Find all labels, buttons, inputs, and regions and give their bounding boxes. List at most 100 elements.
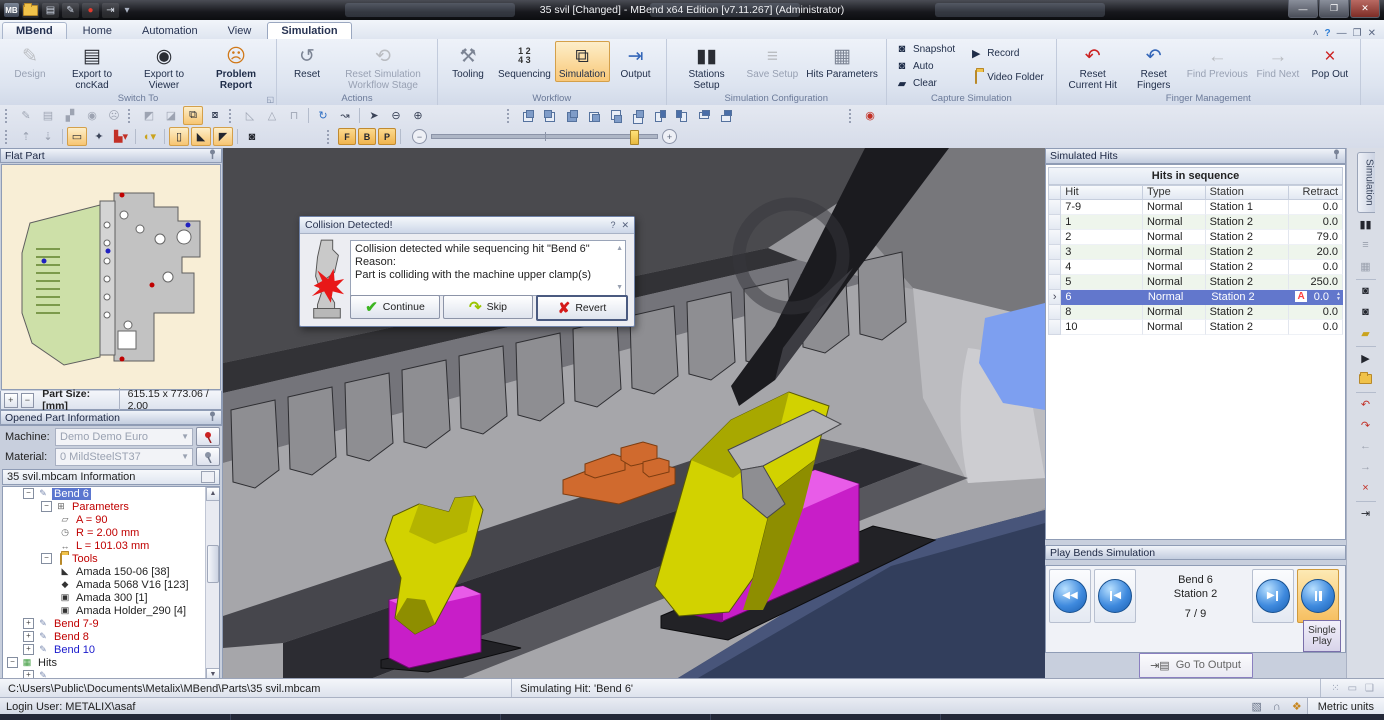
- reset-button[interactable]: ↺Reset: [281, 41, 333, 82]
- simulation-button[interactable]: ⧉Simulation: [555, 41, 610, 82]
- dialog-close-icon[interactable]: ✕: [621, 220, 629, 231]
- export-cnckad-button[interactable]: ▤Export to cncKad: [56, 41, 128, 93]
- hits-row[interactable]: 8Normal Station 20.0: [1048, 305, 1343, 320]
- ribbon-minimize-icon[interactable]: —: [1337, 28, 1347, 39]
- find-previous-button[interactable]: ←Find Previous: [1183, 41, 1252, 82]
- flat-part-preview[interactable]: [1, 164, 221, 390]
- collision-dialog-titlebar[interactable]: Collision Detected! ? ✕: [300, 217, 634, 234]
- row-selector[interactable]: [1048, 320, 1061, 335]
- slider-minus-icon[interactable]: −: [412, 129, 427, 144]
- zoom-in-icon[interactable]: ⊕: [408, 106, 428, 125]
- reset-fingers-button[interactable]: ↶Reset Fingers: [1125, 41, 1183, 93]
- camera-view-icon[interactable]: ◙: [242, 127, 262, 146]
- pop-out-button[interactable]: ×Pop Out: [1304, 41, 1356, 82]
- column-hit[interactable]: Hit: [1061, 185, 1143, 200]
- export-tool-icon[interactable]: ▞: [60, 106, 80, 125]
- material-pin-button[interactable]: [196, 447, 220, 466]
- close-button[interactable]: ✕: [1350, 0, 1380, 18]
- auto-snapshot-side-icon[interactable]: ◙: [1355, 303, 1377, 322]
- current-row-marker[interactable]: ›: [1048, 290, 1061, 305]
- stations-setup-side-icon[interactable]: ▮▮: [1355, 215, 1377, 234]
- hits-row[interactable]: 1Normal Station 20.0: [1048, 215, 1343, 230]
- paint-mode-icon[interactable]: ◐▾: [140, 127, 160, 146]
- toolbar-handle[interactable]: [229, 109, 236, 123]
- export-viewer-button[interactable]: ◉Export to Viewer: [128, 41, 200, 93]
- qat-dropdown-icon[interactable]: ▾: [122, 3, 132, 18]
- collapse-icon[interactable]: −: [23, 488, 34, 499]
- stage-active-icon[interactable]: ⧉: [183, 106, 203, 125]
- scroll-up-icon[interactable]: ▲: [206, 487, 220, 501]
- record-icon[interactable]: ●: [82, 3, 99, 18]
- status-save-icon[interactable]: ▭: [1348, 683, 1357, 694]
- hits-row[interactable]: 2Normal Station 279.0: [1048, 230, 1343, 245]
- step-forward-button[interactable]: ▶: [1256, 579, 1290, 613]
- snapshot-side-icon[interactable]: ◙: [1355, 282, 1377, 301]
- view-iso-sw-icon[interactable]: [518, 106, 538, 125]
- pin-icon[interactable]: [1332, 149, 1341, 162]
- view-eye-icon[interactable]: ◉: [82, 106, 102, 125]
- tab-automation[interactable]: Automation: [128, 22, 212, 39]
- zoom-out-part-button[interactable]: −: [21, 393, 35, 408]
- collapse-icon[interactable]: −: [7, 657, 18, 668]
- orbit-icon[interactable]: ↝: [335, 106, 355, 125]
- row-selector[interactable]: [1048, 200, 1061, 215]
- tree-item-bend8[interactable]: +✎Bend 8: [3, 630, 219, 643]
- tree-item-bend10[interactable]: +✎Bend 10: [3, 643, 219, 656]
- single-play-button[interactable]: Single Play: [1303, 620, 1341, 652]
- view-right-icon[interactable]: [716, 106, 736, 125]
- pause-button[interactable]: [1301, 579, 1335, 613]
- collapse-ribbon-icon[interactable]: ˄: [1313, 28, 1319, 39]
- tab-view[interactable]: View: [214, 22, 266, 39]
- hits-row[interactable]: 10Normal Station 20.0: [1048, 320, 1343, 335]
- collapse-icon[interactable]: −: [41, 501, 52, 512]
- toolbar-handle[interactable]: [128, 109, 135, 123]
- view-bottom-icon[interactable]: [628, 106, 648, 125]
- view-left-icon[interactable]: [694, 106, 714, 125]
- hits-row-selected[interactable]: › 6Normal Station 2 A 0.0 ▲▼: [1048, 290, 1343, 305]
- step-back-button[interactable]: ◀: [1098, 579, 1132, 613]
- finger-b-button[interactable]: B: [358, 128, 376, 145]
- status-tool-icon[interactable]: ⁙: [1331, 683, 1339, 694]
- show-holder-icon[interactable]: ◤: [213, 127, 233, 146]
- output-button[interactable]: ⇥Output: [610, 41, 662, 82]
- palette-icon[interactable]: ❖: [1287, 700, 1307, 713]
- slider-track[interactable]: [431, 134, 658, 139]
- scroll-up-icon[interactable]: ▲: [616, 242, 623, 255]
- operator-icon[interactable]: ✦: [89, 127, 109, 146]
- reset-current-hit-button[interactable]: ↶Reset Current Hit: [1061, 41, 1125, 93]
- view-iso-ne-icon[interactable]: [562, 106, 582, 125]
- view-iso-nw-icon[interactable]: [584, 106, 604, 125]
- hits-parameters-side-icon[interactable]: ▦: [1355, 257, 1377, 276]
- stage-next-icon[interactable]: ⧇: [205, 106, 225, 125]
- refresh-view-icon[interactable]: ↻: [313, 106, 333, 125]
- row-selector[interactable]: [1048, 275, 1061, 290]
- pointer-icon[interactable]: ➤: [364, 106, 384, 125]
- video-folder-button[interactable]: Video Folder: [965, 69, 1048, 85]
- video-folder-side-icon[interactable]: [1355, 370, 1377, 389]
- report-tool-icon[interactable]: ▤: [38, 106, 58, 125]
- simulation-viewport[interactable]: Collision Detected! ? ✕: [223, 148, 1045, 678]
- app-logo-icon[interactable]: MB: [4, 3, 19, 17]
- units-indicator[interactable]: Metric units: [1307, 698, 1384, 715]
- machine-select[interactable]: Demo Demo Euro▼: [55, 428, 193, 446]
- machine-pin-button[interactable]: [196, 427, 220, 446]
- scroll-down-icon[interactable]: ▼: [616, 281, 623, 294]
- hits-parameters-button[interactable]: ▦Hits Parameters: [802, 41, 882, 82]
- toolbar-handle[interactable]: [5, 130, 12, 144]
- problem-report-button[interactable]: ☹Problem Report: [200, 41, 272, 93]
- toolbar-handle[interactable]: [327, 130, 334, 144]
- collision-message[interactable]: ▲ ▼ Collision detected while sequencing …: [350, 240, 626, 296]
- record-side-icon[interactable]: ▶: [1355, 349, 1377, 368]
- collapse-info-icon[interactable]: [201, 471, 215, 483]
- tree-item-tool-holder2[interactable]: ▣Amada Holder_290 [4]: [3, 604, 219, 617]
- find-next-side-icon[interactable]: →: [1355, 458, 1377, 477]
- toolbar-handle[interactable]: [849, 109, 856, 123]
- stations-setup-button[interactable]: ▮▮Stations Setup: [671, 41, 743, 93]
- pyramid-icon[interactable]: △: [262, 106, 282, 125]
- expand-icon[interactable]: +: [23, 631, 34, 642]
- rewind-button[interactable]: ◀◀: [1053, 579, 1087, 613]
- ribbon-close-icon[interactable]: ✕: [1368, 28, 1376, 39]
- row-selector[interactable]: [1048, 230, 1061, 245]
- hits-row[interactable]: 7-9Normal Station 10.0: [1048, 200, 1343, 215]
- tree-scrollbar[interactable]: ▲ ▼: [205, 487, 219, 682]
